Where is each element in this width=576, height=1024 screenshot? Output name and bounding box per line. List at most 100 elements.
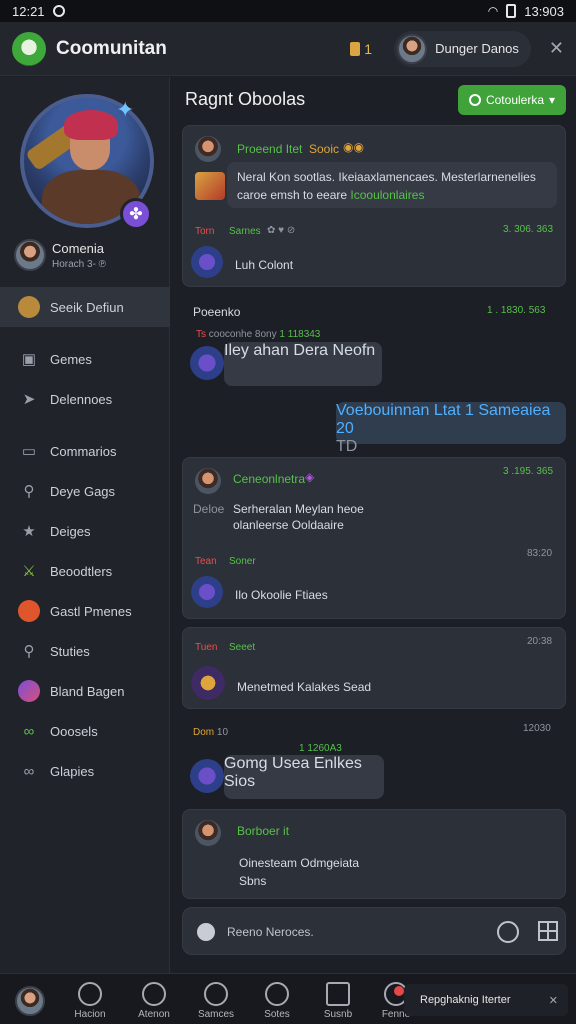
post-author: Proeend Itet: [237, 142, 303, 156]
post-card[interactable]: Proeend Itet Sooic ◉◉ Neral Kon sootlas.…: [182, 125, 566, 287]
notification-dot: [394, 986, 404, 996]
sidebar-nav: Seeik Defiun ▣ Gemes ➤ Delennoes ▭ Comma…: [0, 287, 170, 791]
sidebar-item-label: Ooosels: [50, 723, 98, 739]
post-text: Menetmed Kalakes Sead: [237, 680, 372, 694]
sidebar-item-stuties[interactable]: ⚲ Stuties: [0, 631, 170, 671]
sidebar-item-commarios[interactable]: ▭ Commarios: [0, 431, 170, 471]
avatar-icon: [18, 296, 40, 318]
message-composer[interactable]: Reeno Neroces.: [182, 907, 566, 955]
section-meta: Ts cooconhe 8ony 1 118343: [196, 329, 321, 340]
avatar: [190, 759, 224, 793]
sidebar-item-beoodtlers[interactable]: ⚔ Beoodtlers: [0, 551, 170, 591]
message-input[interactable]: Reeno Neroces.: [227, 925, 314, 939]
post-role: Seeet: [229, 642, 256, 653]
medal-icon: ◈: [305, 470, 315, 484]
post-time: 3 .195. 365: [503, 466, 554, 477]
compass-icon: [78, 982, 102, 1006]
post-link[interactable]: Icooulonlaires: [350, 188, 424, 202]
close-icon[interactable]: ✕: [549, 994, 558, 1007]
avatar: [195, 136, 221, 162]
sidebar-item-deye-gags[interactable]: ⚲ Deye Gags: [0, 471, 170, 511]
sidebar-item-label: Gemes: [50, 351, 92, 367]
outgoing-message[interactable]: Voebouinnan Ltat 1 Sameaiea 20 TD: [336, 402, 566, 455]
section-time: 12030: [523, 723, 551, 734]
tab-samces[interactable]: Samces: [186, 982, 246, 1020]
post-body: Neral Kon sootlas. Ikeiaaxlamencaes. Mes…: [227, 162, 557, 208]
tab-hacion[interactable]: Hacion: [60, 982, 120, 1020]
sidebar: ✦ ✤ Comenia Horach 3- ℗ Seeik Defiun ▣ G…: [0, 77, 170, 973]
link-icon: ∞: [23, 762, 35, 780]
section-name: Poeenko: [193, 305, 241, 319]
sync-icon: [52, 5, 65, 17]
chat-panel: Ragnt Oboolas Cotoulerka ▾ Proeend Itet …: [171, 77, 576, 973]
reply-text: Luh Colont: [235, 258, 294, 272]
tab-sotes[interactable]: Sotes: [247, 982, 307, 1020]
sidebar-item-label: Seeik Defiun: [50, 299, 124, 315]
profile-avatar: [14, 239, 46, 271]
info-icon: [265, 982, 289, 1006]
bottom-nav: Hacion Atenon Samces Sotes Susnb Fenne R…: [0, 973, 576, 1024]
battery-icon: [506, 4, 517, 18]
reply-user: Tean: [195, 556, 217, 567]
close-icon[interactable]: ✕: [549, 38, 564, 59]
tab-susnb[interactable]: Susnb: [308, 982, 368, 1020]
post-author: Ceneonlnetra: [233, 472, 306, 486]
post-card[interactable]: Ceneonlnetra ◈ 3 .195. 365 Deloe Serhera…: [182, 457, 566, 619]
profile-subtitle: Horach 3- ℗: [52, 258, 107, 270]
reply-role: Sarnes: [229, 226, 261, 237]
sidebar-item-delennoes[interactable]: ➤ Delennoes: [0, 379, 170, 419]
create-button[interactable]: Cotoulerka ▾: [458, 85, 566, 115]
planet-icon: [18, 680, 40, 702]
message-bubble[interactable]: Gomg Usea Enlkes Sios: [224, 755, 384, 799]
user-name: Dunger Danos: [435, 41, 519, 56]
sidebar-item-games[interactable]: ▣ Gemes: [0, 339, 170, 379]
fire-icon: [18, 600, 40, 622]
toast-text: Repghaknig Iterter: [420, 994, 511, 1006]
sidebar-item-gastl-pmenes[interactable]: Gastl Pmenes: [0, 591, 170, 631]
user-menu[interactable]: Dunger Danos: [394, 30, 531, 67]
toast[interactable]: Repghaknig Iterter ✕: [404, 984, 568, 1016]
reply-time: 3. 306. 363: [503, 224, 554, 235]
page-title: Ragnt Oboolas: [185, 89, 306, 109]
game-thumb: [195, 172, 225, 200]
app-logo-icon[interactable]: [12, 31, 46, 66]
medal-icon: ◉◉: [343, 140, 364, 154]
sidebar-item-ooosels[interactable]: ∞ Ooosels: [0, 711, 170, 751]
sidebar-item-glapies[interactable]: ∞ Glapies: [0, 751, 170, 791]
tab-atenon[interactable]: Atenon: [124, 982, 184, 1020]
avatar: [15, 986, 45, 1016]
post-card[interactable]: Tuen Seeet 20:38 Menetmed Kalakes Sead: [182, 627, 566, 709]
profile-name: Comenia: [52, 240, 105, 256]
sidebar-item-label: Bland Bagen: [50, 683, 125, 699]
post-user: Tuen: [195, 642, 218, 653]
box-icon: [326, 982, 350, 1006]
bottom-avatar[interactable]: [0, 982, 60, 1016]
grid-icon[interactable]: [538, 921, 558, 941]
status-bar: 12:21 ◠ 13:903: [0, 0, 576, 22]
avatar: [195, 468, 221, 494]
sidebar-item-deiges[interactable]: ★ Deiges: [0, 511, 170, 551]
post-user: Deloe: [193, 502, 225, 516]
sidebar-item-label: Commarios: [50, 443, 117, 459]
section-time: 1 . 1830. 563: [487, 305, 546, 316]
sidebar-profile[interactable]: Comenia Horach 3- ℗: [14, 239, 106, 271]
reply-text: Ilo Okoolie Ftiaes: [235, 588, 328, 602]
post-time: 20:38: [527, 636, 553, 647]
coins-indicator[interactable]: 1: [350, 41, 372, 57]
reply-role: Soner: [229, 556, 256, 567]
emoji-icon[interactable]: [497, 921, 519, 943]
edit-icon: [142, 982, 166, 1006]
post-text-2: caroe emsh to eeare Icooulonlaires: [237, 188, 425, 202]
sidebar-item-profile[interactable]: Seeik Defiun: [0, 287, 170, 327]
emote-icon: ✿ ♥ ⊘: [267, 225, 296, 236]
sidebar-item-bland-bagen[interactable]: Bland Bagen: [0, 671, 170, 711]
attach-icon[interactable]: [197, 923, 215, 941]
badge-icon[interactable]: ✤: [120, 198, 152, 230]
avatar: [195, 820, 221, 846]
section-sub: 1 1260A3: [299, 743, 342, 754]
avatar: [190, 346, 224, 380]
sidebar-item-label: Deye Gags: [50, 483, 116, 499]
post-card[interactable]: Borboer it Oinesteam Odmgeiata Sbns: [182, 809, 566, 899]
user-avatar: [397, 33, 428, 64]
message-bubble[interactable]: Iley ahan Dera Neofn: [224, 342, 382, 386]
